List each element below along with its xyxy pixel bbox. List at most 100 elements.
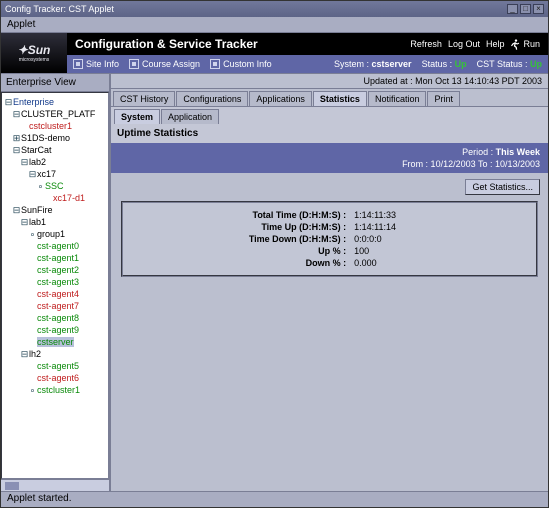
sidebar-scrollbar[interactable] (1, 479, 109, 491)
tree-toggle-icon[interactable]: ⊟ (4, 96, 13, 108)
tree-toggle-icon[interactable]: ⊟ (20, 156, 29, 168)
tree-node-label: cst-agent6 (37, 373, 79, 383)
status-label: Status : (422, 59, 453, 69)
minimize-icon[interactable]: _ (507, 4, 518, 14)
refresh-link[interactable]: Refresh (410, 39, 442, 49)
tree-toggle-icon[interactable]: ⊞ (12, 132, 21, 144)
tree-node[interactable]: cst-agent9 (4, 324, 106, 336)
tree-toggle-icon[interactable]: ⊟ (20, 348, 29, 360)
tree-node[interactable]: ∘cstcluster1 (4, 384, 106, 396)
tree-node[interactable]: cst-agent2 (4, 264, 106, 276)
tree-node-label: xc17-d1 (53, 193, 85, 203)
tree-node[interactable]: ⊟lab1 (4, 216, 106, 228)
tree-node-label: cst-agent3 (37, 277, 79, 287)
tree-toggle-icon[interactable]: ⊟ (12, 144, 21, 156)
site-info-icon (73, 59, 83, 69)
main: Enterprise View ⊟Enterprise⊟CLUSTER_PLAT… (1, 73, 548, 491)
stat-label: Down % : (123, 258, 350, 268)
tree-node-label: xc17 (37, 169, 56, 179)
close-icon[interactable]: × (533, 4, 544, 14)
tree-node[interactable]: cst-agent1 (4, 252, 106, 264)
tree-node-label: cst-agent4 (37, 289, 79, 299)
tree-node[interactable]: cst-agent4 (4, 288, 106, 300)
sub-tabs: SystemApplication (111, 106, 548, 124)
cst-status-label: CST Status : (477, 59, 528, 69)
tree-node[interactable]: cst-agent8 (4, 312, 106, 324)
tree-node[interactable]: ⊟SunFire (4, 204, 106, 216)
tree-node-label: cst-agent8 (37, 313, 79, 323)
stat-value: 0.000 (350, 258, 536, 268)
tree-node[interactable]: ⊟xc17 (4, 168, 106, 180)
site-info-label: Site Info (86, 59, 119, 69)
subtab-system[interactable]: System (114, 109, 160, 124)
system-name: cstserver (372, 59, 412, 69)
titlebar[interactable]: Config Tracker: CST Applet _ □ × (1, 1, 548, 17)
tree-node-label: cstcluster1 (29, 121, 72, 131)
tree-node[interactable]: cst-agent0 (4, 240, 106, 252)
tree-node[interactable]: ⊟lab2 (4, 156, 106, 168)
tree-node-label: StarCat (21, 145, 52, 155)
tree-node[interactable]: cst-agent7 (4, 300, 106, 312)
running-link[interactable]: Run (510, 39, 540, 50)
get-statistics-button[interactable]: Get Statistics... (465, 179, 540, 195)
custom-info-icon (210, 59, 220, 69)
app-title: Configuration & Service Tracker (75, 37, 404, 51)
tree-node[interactable]: ⊟StarCat (4, 144, 106, 156)
tree-toggle-icon[interactable]: ∘ (28, 228, 37, 240)
tree-node-label: S1DS-demo (21, 133, 70, 143)
tree-toggle-icon[interactable]: ∘ (28, 384, 37, 396)
tab-statistics[interactable]: Statistics (313, 91, 367, 106)
help-link[interactable]: Help (486, 39, 505, 49)
tree-node[interactable]: xc17-d1 (4, 192, 106, 204)
tree-node[interactable]: ⊟CLUSTER_PLATF (4, 108, 106, 120)
tree-node[interactable]: cst-agent6 (4, 372, 106, 384)
tab-print[interactable]: Print (427, 91, 460, 106)
stat-label: Total Time (D:H:M:S) : (123, 210, 350, 220)
tree-node[interactable]: ⊞S1DS-demo (4, 132, 106, 144)
tab-applications[interactable]: Applications (249, 91, 312, 106)
app-window: Config Tracker: CST Applet _ □ × Applet … (0, 0, 549, 508)
window-title: Config Tracker: CST Applet (5, 4, 114, 14)
tree-node[interactable]: cst-agent3 (4, 276, 106, 288)
tree-toggle-icon[interactable]: ⊟ (28, 168, 37, 180)
tree-node[interactable]: cstserver (4, 336, 106, 348)
maximize-icon[interactable]: □ (520, 4, 531, 14)
tree-node-label: lab1 (29, 217, 46, 227)
tree-toggle-icon[interactable]: ∘ (36, 180, 45, 192)
header: ✦Sunmicrosystems Configuration & Service… (1, 33, 548, 73)
enterprise-tree[interactable]: ⊟Enterprise⊟CLUSTER_PLATFcstcluster1⊞S1D… (1, 92, 109, 479)
tab-notification[interactable]: Notification (368, 91, 427, 106)
tree-node-label: SSC (45, 181, 64, 191)
stat-label: Time Down (D:H:M:S) : (123, 234, 350, 244)
tab-cst-history[interactable]: CST History (113, 91, 175, 106)
tree-toggle-icon[interactable]: ⊟ (20, 216, 29, 228)
subtab-application[interactable]: Application (161, 109, 219, 124)
tree-node[interactable]: ∘group1 (4, 228, 106, 240)
tree-node[interactable]: ∘SSC (4, 180, 106, 192)
scrollbar-thumb[interactable] (5, 482, 19, 490)
custom-info-label: Custom Info (223, 59, 272, 69)
tree-node-label: cst-agent0 (37, 241, 79, 251)
site-info-button[interactable]: Site Info (73, 59, 119, 69)
period-range: From : 10/12/2003 To : 10/13/2003 (119, 158, 540, 170)
tree-node[interactable]: cst-agent5 (4, 360, 106, 372)
statistics-box: Total Time (D:H:M:S) :1:14:11:33Time Up … (121, 201, 538, 277)
status-summary: System : cstserver Status : Up CST Statu… (334, 59, 542, 69)
logout-link[interactable]: Log Out (448, 39, 480, 49)
course-assign-button[interactable]: Course Assign (129, 59, 200, 69)
tree-toggle-icon[interactable]: ⊟ (12, 204, 21, 216)
stat-row: Total Time (D:H:M:S) :1:14:11:33 (123, 209, 536, 221)
period-bar: Period : This Week From : 10/12/2003 To … (111, 143, 548, 173)
stat-value: 100 (350, 246, 536, 256)
tree-node-label: cst-agent7 (37, 301, 79, 311)
tree-node[interactable]: ⊟Enterprise (4, 96, 106, 108)
tree-node-label: cst-agent1 (37, 253, 79, 263)
tree-node-label: cst-agent9 (37, 325, 79, 335)
tree-node[interactable]: ⊟lh2 (4, 348, 106, 360)
tree-toggle-icon[interactable]: ⊟ (12, 108, 21, 120)
stat-row: Time Down (D:H:M:S) :0:0:0:0 (123, 233, 536, 245)
tree-node[interactable]: cstcluster1 (4, 120, 106, 132)
tab-configurations[interactable]: Configurations (176, 91, 248, 106)
custom-info-button[interactable]: Custom Info (210, 59, 272, 69)
tree-node-label: cst-agent2 (37, 265, 79, 275)
